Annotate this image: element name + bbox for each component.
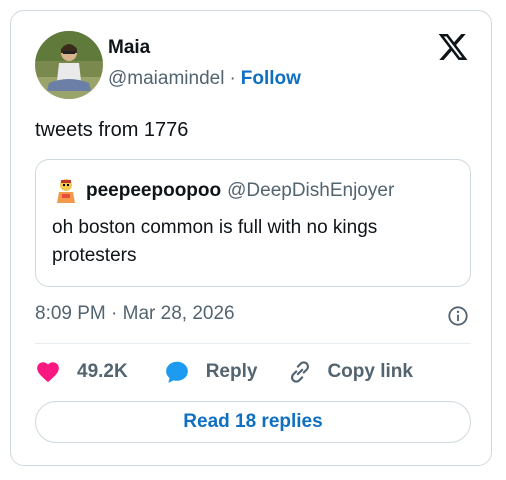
quoted-author-handle: @DeepDishEnjoyer bbox=[227, 180, 395, 201]
follow-button[interactable]: Follow bbox=[241, 68, 301, 89]
info-icon[interactable] bbox=[447, 305, 469, 327]
quoted-tweet[interactable]: peepeepoopoo @DeepDishEnjoyer oh boston c… bbox=[35, 159, 471, 287]
copy-link-button[interactable]: Copy link bbox=[287, 359, 413, 385]
heart-icon bbox=[37, 362, 59, 383]
separator-dot: · bbox=[229, 68, 236, 89]
like-button[interactable]: 49.2K bbox=[35, 359, 128, 385]
like-count: 49.2K bbox=[77, 361, 128, 382]
action-bar: 49.2K Reply Copy link bbox=[35, 357, 413, 387]
tweet-card: Maia @maiamindel · Follow tweets from 1776… bbox=[10, 10, 492, 466]
copy-link-label: Copy link bbox=[327, 361, 413, 382]
read-replies-button[interactable]: Read 18 replies bbox=[35, 401, 471, 443]
quoted-header: peepeepoopoo @DeepDishEnjoyer bbox=[86, 180, 394, 202]
divider bbox=[35, 343, 471, 344]
author-handle[interactable]: @maiamindel bbox=[108, 68, 224, 89]
x-logo-icon[interactable] bbox=[437, 31, 469, 63]
author-handle-line: @maiamindel · Follow bbox=[108, 68, 301, 90]
reply-label: Reply bbox=[205, 361, 258, 382]
avatar-photo-icon bbox=[35, 31, 103, 99]
avatar[interactable] bbox=[35, 31, 103, 99]
quoted-author-name: peepeepoopoo bbox=[86, 180, 222, 201]
reply-button[interactable]: Reply bbox=[164, 359, 258, 385]
reply-bubble-icon bbox=[165, 361, 188, 383]
tweet-text: tweets from 1776 bbox=[35, 119, 189, 141]
quoted-tweet-text: oh boston common is full with no kings p… bbox=[52, 217, 378, 266]
quoted-avatar-icon bbox=[52, 176, 80, 204]
link-icon bbox=[291, 361, 310, 383]
tweet-timestamp[interactable]: 8:09 PM · Mar 28, 2026 bbox=[35, 303, 235, 325]
author-name[interactable]: Maia bbox=[108, 37, 150, 59]
